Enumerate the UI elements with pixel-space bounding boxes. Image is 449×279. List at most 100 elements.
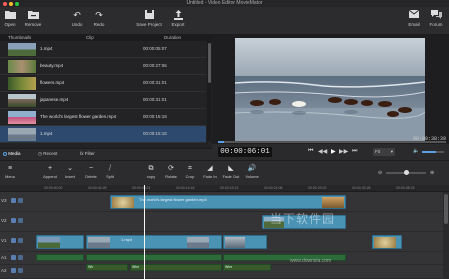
media-row[interactable]: The world's largest flower garden.mp4 00…	[0, 109, 206, 126]
tab-recent[interactable]: ◷ Recent	[38, 151, 57, 157]
eye-icon[interactable]	[11, 238, 16, 243]
volume-slider[interactable]	[422, 151, 444, 153]
timeline-clip[interactable]	[36, 235, 84, 249]
preview-panel: 00:00:06:01 ⏮ ◀◀ ▶ ▶▶ ⏭ Fit ▾ 🔈 00:00:38:…	[212, 35, 449, 160]
audio-clip[interactable]: Whe	[223, 264, 271, 271]
clip-thumbnail	[8, 94, 36, 107]
volume-button[interactable]: 🔊 Volume	[244, 165, 260, 179]
timeline-clip[interactable]	[372, 235, 402, 249]
tab-media[interactable]: Media	[3, 151, 21, 156]
track-label: V1	[1, 238, 7, 243]
forum-button[interactable]: Forum	[428, 10, 444, 27]
export-button[interactable]: Export	[170, 10, 186, 27]
fade-in-button[interactable]: ◢ Fade In	[202, 165, 218, 179]
maximize-window-button[interactable]	[15, 1, 19, 6]
clip-thumbnail	[187, 237, 209, 248]
preview-progress-track[interactable]	[218, 141, 446, 143]
open-button[interactable]: Open	[3, 10, 17, 27]
append-button[interactable]: + Append	[42, 165, 58, 179]
clip-thumbnail	[88, 237, 110, 248]
menu-icon: ≡	[7, 165, 13, 172]
lock-icon[interactable]	[18, 218, 23, 223]
clip-name: The world's largest flower garden.mp4	[40, 114, 117, 119]
timeline-scrollbar[interactable]	[443, 192, 449, 279]
main-toolbar: Open Remove ↶ Undo ↷ Redo Save Project Exp…	[0, 7, 449, 35]
lock-icon[interactable]	[18, 238, 23, 243]
ruler-tick: 00:00:04:25	[88, 186, 107, 190]
media-row[interactable]: beauty.mp4 00:00:27:06	[0, 58, 206, 75]
skip-forward-icon[interactable]: ⏭	[352, 148, 357, 155]
timeline-clip[interactable]: 1.mp4	[86, 235, 222, 249]
step-forward-icon[interactable]: ▶▶	[339, 148, 348, 155]
play-icon[interactable]: ▶	[331, 148, 336, 155]
split-button[interactable]: ⧸ Split	[104, 165, 116, 179]
timeline-toolbar: ≡ Menu + Append ⌄ Insert − Delete ⧸ Split ⧉ co…	[0, 160, 449, 185]
ruler-tick: 00:00:24:08	[264, 186, 283, 190]
media-row[interactable]: japanese.mp4 00:00:31:01	[0, 92, 206, 109]
delete-button[interactable]: − Delete	[84, 165, 98, 179]
lock-icon[interactable]	[18, 198, 23, 203]
zoom-out-icon[interactable]: ⊖	[378, 170, 382, 176]
volume-icon[interactable]: 🔈	[413, 148, 419, 154]
redo-button[interactable]: ↷ Redo	[92, 10, 106, 27]
menu-button[interactable]: ≡ Menu	[4, 165, 16, 179]
media-row[interactable]: flowers.mp4 00:00:31:01	[0, 75, 206, 92]
current-timecode[interactable]: 00:00:06:01	[218, 147, 272, 157]
ruler-tick: 00:00:19:12	[220, 186, 239, 190]
copy-icon: ⧉	[148, 165, 154, 172]
watermark-text: 当下软件园	[270, 212, 336, 226]
media-row-selected[interactable]: 1.mp4 00:00:15:18	[0, 126, 206, 143]
undo-button[interactable]: ↶ Undo	[70, 10, 84, 27]
lock-icon[interactable]	[18, 268, 23, 273]
zoom-slider-knob[interactable]	[404, 170, 409, 175]
tab-filter[interactable]: fx Filter	[80, 151, 95, 156]
playhead[interactable]	[144, 185, 145, 279]
copy-button[interactable]: ⧉ copy	[145, 165, 157, 179]
video-preview[interactable]	[235, 38, 425, 141]
timeline-ruler[interactable]: 00:00:00:00 00:00:04:25 00:00:09:21 00:0…	[0, 185, 449, 192]
timeline-tracks: V3 The world's largest flower garden.mp4…	[0, 192, 449, 279]
speaker-icon[interactable]	[11, 268, 16, 273]
clip-thumbnail	[225, 237, 245, 248]
media-tab-icon	[3, 151, 7, 156]
clip-duration: 00:00:27:06	[143, 63, 167, 68]
minimize-window-button[interactable]	[9, 1, 13, 6]
crop-button[interactable]: ⌗ Crop	[184, 165, 196, 179]
eye-icon[interactable]	[11, 198, 16, 203]
timeline-clip[interactable]: The world's largest flower garden.mp4	[110, 195, 346, 209]
close-window-button[interactable]	[3, 1, 7, 6]
timeline-zoom-slider[interactable]	[386, 170, 426, 175]
audio-clip[interactable]: Wh	[86, 264, 128, 271]
audio-clip[interactable]	[86, 254, 222, 261]
fade-in-icon: ◢	[207, 165, 213, 172]
skip-back-icon[interactable]: ⏮	[308, 148, 313, 155]
export-icon	[173, 10, 184, 20]
video-frame-image	[235, 38, 425, 141]
insert-button[interactable]: ⌄ Insert	[63, 165, 77, 179]
scroll-thumb[interactable]	[207, 43, 211, 83]
clip-thumbnail	[374, 237, 396, 248]
speaker-icon[interactable]	[11, 255, 16, 260]
fade-out-button[interactable]: ◣ Fade Out	[222, 165, 240, 179]
eye-icon[interactable]	[11, 218, 16, 223]
clip-thumbnail	[38, 237, 60, 248]
clip-duration: 00:00:31:01	[143, 80, 167, 85]
clip-title: 1.mp4	[121, 237, 133, 242]
forum-icon	[430, 10, 442, 20]
save-project-button[interactable]: Save Project	[134, 10, 164, 27]
media-scrollbar[interactable]	[207, 41, 211, 141]
step-back-icon[interactable]: ◀◀	[318, 148, 327, 155]
clip-thumbnail	[8, 111, 36, 124]
audio-clip[interactable]	[36, 254, 84, 261]
clip-duration: 00:00:05:07	[143, 46, 167, 51]
chevron-down-icon: ▾	[390, 149, 393, 154]
timeline-clip[interactable]	[223, 235, 267, 249]
email-button[interactable]: Email	[407, 9, 421, 27]
lock-icon[interactable]	[18, 255, 23, 260]
rotate-button[interactable]: ⟳ Rotate	[164, 165, 178, 179]
zoom-in-icon[interactable]: ⊕	[430, 170, 434, 176]
media-row[interactable]: 1.mp4 00:00:05:07	[0, 41, 206, 58]
scroll-thumb[interactable]	[444, 194, 448, 224]
remove-button[interactable]: Remove	[23, 10, 43, 27]
zoom-select[interactable]: Fit ▾	[373, 148, 395, 156]
